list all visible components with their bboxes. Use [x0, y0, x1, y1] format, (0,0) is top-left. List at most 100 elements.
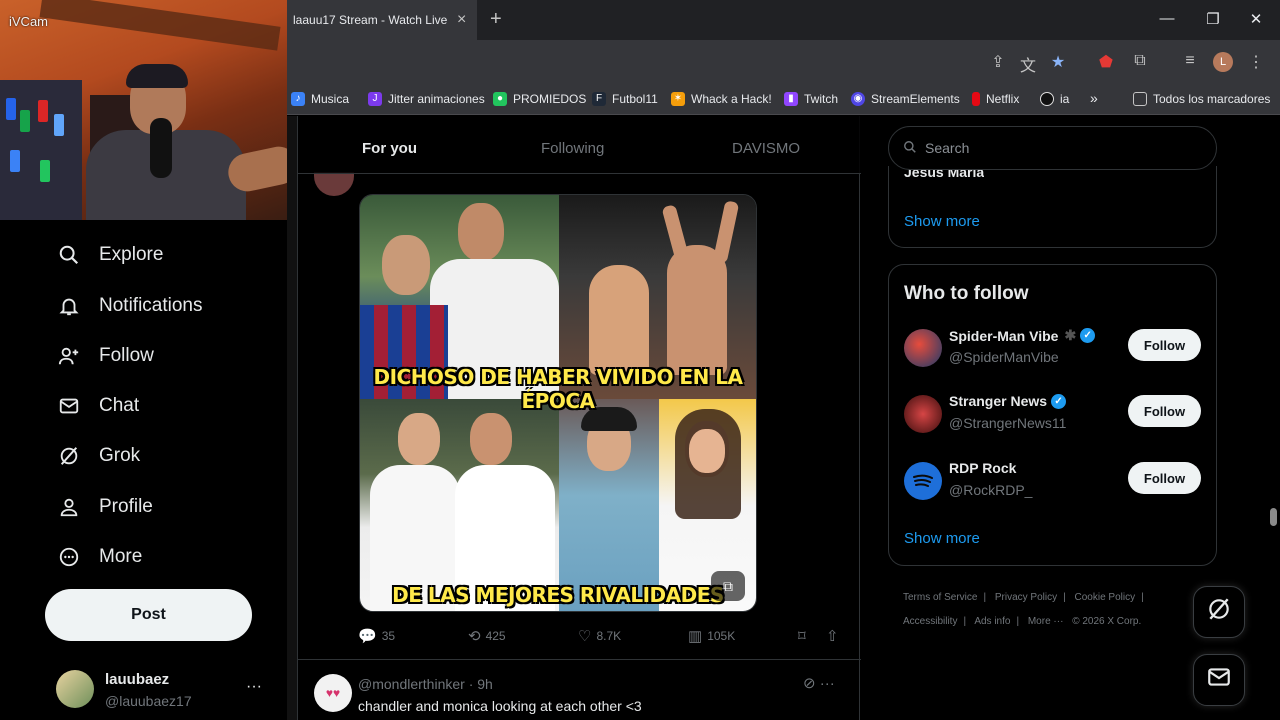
footer-cookie[interactable]: Cookie Policy	[1075, 592, 1136, 603]
folder-icon	[1133, 92, 1147, 106]
messages-floating-button[interactable]	[1193, 654, 1245, 706]
address-bar[interactable]	[293, 46, 983, 80]
tab-davismo[interactable]: DAVISMO	[732, 140, 800, 157]
trends-show-more[interactable]: Show more	[904, 213, 980, 230]
bookmark-ia[interactable]: ia	[1040, 92, 1069, 106]
more-icon[interactable]: ···	[820, 675, 835, 692]
bookmark-jitter[interactable]: J Jitter animaciones	[368, 92, 485, 106]
bookmark-streamelements[interactable]: ◉ StreamElements	[851, 92, 960, 106]
bookmark-netflix[interactable]: Netflix	[972, 92, 1019, 106]
account-switcher[interactable]: lauubaez @lauubaez17 ···	[56, 668, 276, 712]
follow-suggestion[interactable]: Spider-Man Vibe ✱ ✓ @SpiderManVibe Follow	[904, 327, 1204, 373]
all-bookmarks-folder[interactable]: Todos los marcadores	[1133, 92, 1270, 106]
tab-close-icon[interactable]: ×	[457, 11, 466, 29]
bookmark-futbol11[interactable]: F Futbol11	[592, 92, 658, 106]
post-button[interactable]: Post	[45, 589, 252, 641]
profile-avatar[interactable]: L	[1213, 52, 1233, 72]
bookmark-label: PROMIEDOS	[513, 92, 587, 106]
grok-floating-button[interactable]	[1193, 586, 1245, 638]
reply-button[interactable]: 💬 35	[358, 627, 395, 645]
post-media-image[interactable]: DICHOSO DE HABER VIVIDO EN LA ÉPOCA DE L…	[359, 194, 757, 612]
minimize-button[interactable]: —	[1157, 10, 1177, 27]
bookmark-musica[interactable]: ♪ Musica	[291, 92, 349, 106]
spiderman-avatar	[904, 329, 942, 367]
bookmark-label: Jitter animaciones	[388, 92, 485, 106]
views-button[interactable]: ▥ 105K	[688, 627, 735, 645]
grok-icon[interactable]: ⊘	[803, 675, 816, 692]
translate-icon[interactable]: 文	[1017, 52, 1039, 76]
nav-notifications[interactable]: Notifications	[56, 293, 203, 319]
bookmark-promiedos[interactable]: ● PROMIEDOS	[493, 92, 586, 106]
next-post[interactable]: ♥♥ @mondlerthinker · 9h chandler and mon…	[298, 659, 861, 720]
nav-label: Profile	[99, 496, 153, 517]
follow-button[interactable]: Follow	[1128, 462, 1201, 494]
view-count: 105K	[707, 629, 736, 643]
bookmark-button[interactable]: ⌑	[798, 627, 811, 645]
close-window-button[interactable]: ✕	[1246, 10, 1266, 28]
heart-icon: ♡	[578, 628, 592, 645]
search-input[interactable]	[925, 140, 1185, 156]
footer-accessibility[interactable]: Accessibility	[903, 616, 957, 627]
screen: iVCam laauu17 Stream - Watch Live or × +…	[0, 0, 1280, 720]
bookmark-label: ia	[1060, 92, 1070, 106]
repost-button[interactable]: ⟲ 425	[468, 627, 506, 645]
bookmark-star-icon[interactable]: ★	[1047, 52, 1069, 72]
media-control-icon[interactable]: ≡	[1179, 52, 1201, 70]
browser-menu-icon[interactable]: ⋮	[1245, 52, 1267, 72]
nav-chat[interactable]: Chat	[56, 393, 139, 419]
next-post-text: chandler and monica looking at each othe…	[358, 698, 642, 714]
install-app-icon[interactable]: ⇪	[987, 52, 1009, 72]
browser-tab-active[interactable]: laauu17 Stream - Watch Live or ×	[287, 0, 477, 40]
extensions-puzzle-icon[interactable]: ⧉	[1129, 52, 1151, 70]
nav-grok[interactable]: Grok	[56, 443, 140, 469]
nav-label: Follow	[99, 345, 154, 366]
footer-terms[interactable]: Terms of Service	[903, 592, 977, 603]
bookmark-label: Whack a Hack!	[691, 92, 772, 106]
footer-privacy[interactable]: Privacy Policy	[995, 592, 1057, 603]
more-bookmarks-button[interactable]: »	[1090, 90, 1098, 106]
footer-more[interactable]: More ···	[1028, 616, 1064, 627]
page-scrollbar[interactable]	[1267, 116, 1280, 720]
who-to-follow-show-more[interactable]: Show more	[904, 530, 980, 547]
bookmark-twitch[interactable]: ▮ Twitch	[784, 92, 838, 106]
account-menu-icon[interactable]: ···	[246, 678, 262, 696]
meme-face	[382, 235, 430, 295]
nav-explore[interactable]: Explore	[56, 242, 163, 268]
bell-icon	[56, 293, 82, 319]
footer-sep: |	[1063, 592, 1066, 603]
follow-button[interactable]: Follow	[1128, 395, 1201, 427]
bookmark-label: Futbol11	[612, 92, 658, 106]
like-button[interactable]: ♡ 8.7K	[578, 627, 621, 645]
new-tab-button[interactable]: +	[490, 8, 502, 31]
meme-caption-bottom: DE LAS MEJORES RIVALIDADES	[392, 583, 724, 607]
meme-raised-arm	[712, 200, 740, 264]
views-chart-icon: ▥	[688, 628, 703, 645]
bookmark-whack-a-hack[interactable]: ✶ Whack a Hack!	[671, 92, 772, 106]
follow-button[interactable]: Follow	[1128, 329, 1201, 361]
webcam-background	[39, 0, 281, 51]
post-author-avatar[interactable]	[314, 172, 354, 196]
meme-panel-tennis	[360, 399, 559, 611]
nav-profile[interactable]: Profile	[56, 494, 153, 520]
grok-image-icon[interactable]: ⧉	[711, 571, 745, 601]
footer-ads-info[interactable]: Ads info	[974, 616, 1010, 627]
webcam-person-hair	[126, 64, 188, 88]
maximize-button[interactable]: ❐	[1203, 10, 1223, 28]
follow-suggestion[interactable]: Stranger News ✓ @StrangerNews11 Follow	[904, 393, 1204, 439]
tab-following[interactable]: Following	[541, 140, 604, 157]
share-button[interactable]: ⇧	[826, 627, 844, 645]
scrollbar-thumb[interactable]	[1270, 508, 1277, 526]
account-name: Stranger News ✓	[949, 393, 1067, 409]
search-box[interactable]	[888, 126, 1217, 170]
next-post-menu[interactable]: ⊘ ···	[803, 674, 835, 692]
nav-follow[interactable]: Follow	[56, 343, 154, 369]
share-icon: ⇧	[826, 628, 839, 645]
mail-icon	[56, 393, 82, 419]
next-post-handle[interactable]: @mondlerthinker · 9h	[358, 676, 493, 692]
extension-shield-icon[interactable]: ⬟	[1095, 52, 1117, 72]
nav-more[interactable]: More	[56, 544, 142, 570]
follow-suggestion[interactable]: RDP Rock @RockRDP_ Follow	[904, 460, 1204, 506]
tab-for-you[interactable]: For you	[362, 140, 417, 157]
next-post-avatar[interactable]: ♥♥	[314, 674, 352, 712]
repost-icon: ⟲	[468, 628, 481, 645]
